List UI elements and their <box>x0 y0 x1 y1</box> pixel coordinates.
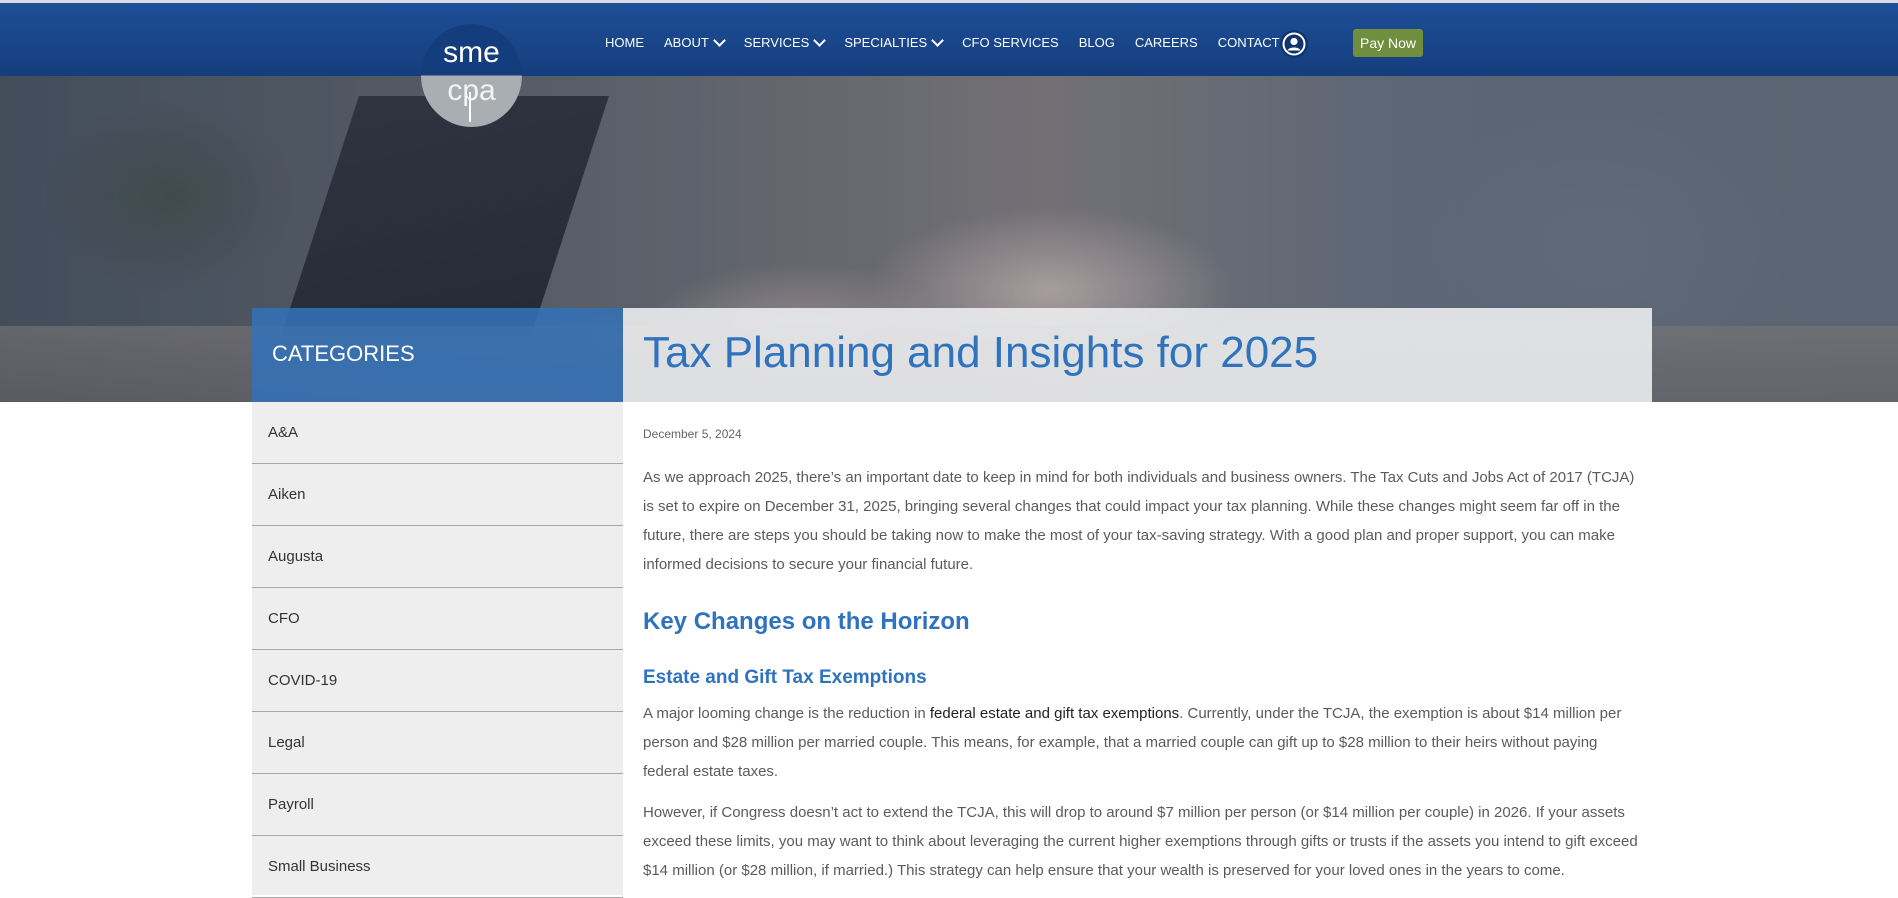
article-title: Tax Planning and Insights for 2025 <box>643 328 1319 377</box>
article-paragraph: A major looming change is the reduction … <box>643 699 1643 786</box>
nav-careers[interactable]: CAREERS <box>1135 35 1198 50</box>
nav-home[interactable]: HOME <box>605 35 644 50</box>
main-nav: HOME ABOUT SERVICES SPECIALTIES CFO SERV… <box>605 32 1300 52</box>
nav-specialties[interactable]: SPECIALTIES <box>844 33 945 50</box>
category-item[interactable]: Augusta <box>252 526 623 588</box>
category-item[interactable]: Legal <box>252 712 623 774</box>
nav-services[interactable]: SERVICES <box>743 33 827 50</box>
nav-home-label: HOME <box>605 34 644 50</box>
logo-text-bottom: cpa <box>447 74 496 107</box>
nav-specialties-label: SPECIALTIES <box>844 34 928 50</box>
site-header: HOME ABOUT SERVICES SPECIALTIES CFO SERV… <box>0 3 1898 76</box>
category-item[interactable]: Aiken <box>252 464 623 526</box>
subsection-heading: Estate and Gift Tax Exemptions <box>643 667 927 688</box>
chevron-down-icon <box>813 33 827 47</box>
user-account-icon[interactable] <box>1280 30 1308 58</box>
category-item[interactable]: CFO <box>252 588 623 650</box>
nav-blog-label: BLOG <box>1078 34 1115 50</box>
categories-heading-panel: CATEGORIES <box>252 308 623 402</box>
categories-heading: CATEGORIES <box>272 341 415 366</box>
logo-text-top: sme <box>443 36 500 69</box>
user-circle-icon <box>1282 32 1306 56</box>
nav-about-label: ABOUT <box>664 34 709 50</box>
article-date: December 5, 2024 <box>643 427 742 441</box>
nav-cfo-services[interactable]: CFO SERVICES <box>962 35 1059 50</box>
article-intro: As we approach 2025, there’s an importan… <box>643 469 1635 573</box>
chevron-down-icon <box>712 33 726 47</box>
article-title-band: Tax Planning and Insights for 2025 <box>623 308 1652 402</box>
logo-stem <box>469 92 471 122</box>
section-heading: Key Changes on the Horizon <box>643 608 970 635</box>
category-item[interactable]: Payroll <box>252 774 623 836</box>
nav-blog[interactable]: BLOG <box>1079 35 1115 50</box>
nav-about[interactable]: ABOUT <box>664 33 726 50</box>
category-item[interactable]: Small Business <box>252 836 623 898</box>
estate-tax-link[interactable]: federal estate and gift tax exemptions <box>930 705 1179 722</box>
sme-cpa-logo[interactable]: sme cpa <box>421 24 522 127</box>
categories-list: A&A Aiken Augusta CFO COVID-19 Legal Pay… <box>252 402 623 898</box>
nav-careers-label: CAREERS <box>1134 34 1198 50</box>
nav-services-label: SERVICES <box>743 34 810 50</box>
nav-contact-label: CONTACT <box>1217 34 1280 50</box>
category-item[interactable]: A&A <box>252 402 623 464</box>
nav-cfo-services-label: CFO SERVICES <box>962 34 1059 50</box>
article-paragraph: However, if Congress doesn’t act to exte… <box>643 804 1638 879</box>
paragraph-text: A major looming change is the reduction … <box>643 705 930 722</box>
chevron-down-icon <box>931 33 945 47</box>
category-item[interactable]: COVID-19 <box>252 650 623 712</box>
nav-contact[interactable]: CONTACT <box>1218 35 1280 50</box>
pay-now-button[interactable]: Pay Now <box>1353 29 1423 57</box>
